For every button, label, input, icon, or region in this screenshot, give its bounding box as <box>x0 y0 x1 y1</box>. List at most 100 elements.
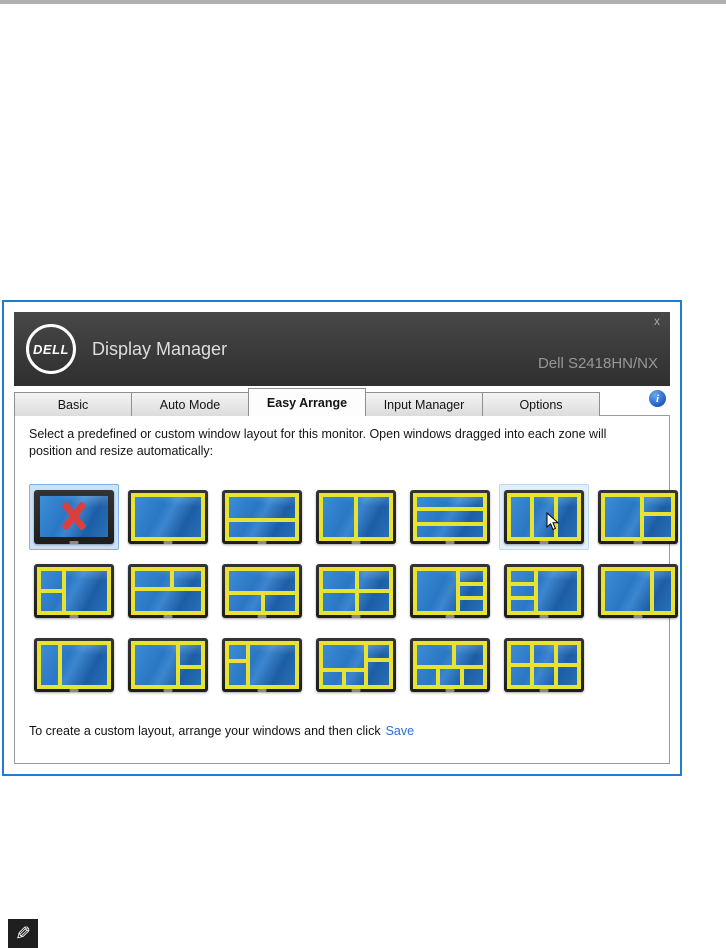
zone-outline <box>365 642 391 661</box>
zone-outline <box>438 667 462 687</box>
zone-outline <box>64 568 109 613</box>
zone-outline <box>227 661 248 687</box>
tab-input-manager[interactable]: Input Manager <box>365 392 483 416</box>
zone-outline <box>509 568 536 584</box>
zone-outline <box>133 494 203 539</box>
zone-outline <box>603 568 652 613</box>
zone-outline <box>227 592 264 613</box>
zone-outline <box>509 598 536 613</box>
zone-outline <box>357 590 391 613</box>
layout-option-6-grid-3x2[interactable] <box>499 632 589 698</box>
layout-option-1-zone-full[interactable] <box>123 484 213 550</box>
zone-outline <box>39 642 60 687</box>
close-icon[interactable]: x <box>654 315 660 327</box>
monitor-thumbnail-icon <box>222 489 302 544</box>
layout-grid <box>29 483 678 698</box>
monitor-thumbnail-icon <box>128 563 208 618</box>
zone-outline <box>357 568 391 591</box>
tab-bar: Basic Auto Mode Easy Arrange Input Manag… <box>14 388 670 416</box>
layout-option-top-large-bottom-2[interactable] <box>217 558 307 624</box>
tab-options[interactable]: Options <box>482 392 600 416</box>
zone-outline <box>321 590 358 613</box>
monitor-thumbnail-icon <box>410 637 490 692</box>
layout-option-3-rows[interactable] <box>405 484 495 550</box>
zone-outline <box>177 642 203 668</box>
zone-outline <box>248 642 297 687</box>
monitor-thumbnail-icon <box>598 489 678 544</box>
zone-outline <box>344 670 366 687</box>
tab-easy-arrange[interactable]: Easy Arrange <box>248 388 366 416</box>
layout-option-5-zones-mixed[interactable] <box>311 632 401 698</box>
monitor-thumbnail-icon <box>316 637 396 692</box>
save-link[interactable]: Save <box>386 724 415 738</box>
info-icon[interactable]: i <box>649 390 666 407</box>
zone-outline <box>415 494 485 510</box>
layout-option-left-2-stack-right-large[interactable] <box>29 558 119 624</box>
monitor-thumbnail-icon <box>222 563 302 618</box>
monitor-thumbnail-icon <box>504 489 584 544</box>
layout-option-left-large-right-column[interactable] <box>593 558 683 624</box>
layout-option-left-large-right-2-low[interactable] <box>123 632 213 698</box>
zone-outline <box>642 494 673 515</box>
monitor-thumbnail-icon <box>598 563 678 618</box>
tab-basic[interactable]: Basic <box>14 392 132 416</box>
zone-outline <box>177 667 203 687</box>
zone-outline <box>509 583 536 599</box>
zone-outline <box>532 664 556 687</box>
layout-option-left-large-right-3-stack[interactable] <box>405 558 495 624</box>
monitor-thumbnail-icon <box>34 637 114 692</box>
layout-option-quad-grid[interactable] <box>311 558 401 624</box>
zone-outline <box>356 494 391 539</box>
custom-layout-footer: To create a custom layout, arrange your … <box>29 724 663 738</box>
layout-option-top-2-bottom-large[interactable] <box>123 558 213 624</box>
layout-option-5-zones-2-top-3-bottom[interactable] <box>405 632 495 698</box>
zone-outline <box>415 524 485 539</box>
layout-option-2-columns[interactable] <box>311 484 401 550</box>
layout-option-left-3-stack-right-large[interactable] <box>499 558 589 624</box>
monitor-thumbnail-icon <box>222 637 302 692</box>
monitor-thumbnail-icon <box>504 637 584 692</box>
zone-outline <box>415 667 439 687</box>
zone-outline <box>321 642 366 671</box>
zone-outline <box>133 588 203 613</box>
zone-outline <box>461 667 485 687</box>
titlebar: DELL Display Manager Dell S2418HN/NX x <box>14 312 670 386</box>
layout-option-3-columns[interactable] <box>499 483 589 550</box>
zone-outline <box>415 509 485 525</box>
monitor-thumbnail-icon <box>410 489 490 544</box>
zone-outline <box>603 494 643 539</box>
zone-outline <box>263 592 297 613</box>
tab-auto-mode[interactable]: Auto Mode <box>131 392 249 416</box>
easy-arrange-panel: Select a predefined or custom window lay… <box>14 415 678 764</box>
zone-outline <box>39 568 65 591</box>
monitor-thumbnail-icon <box>316 563 396 618</box>
zone-outline <box>321 494 356 539</box>
monitor-thumbnail-icon <box>316 489 396 544</box>
layout-option-left-2-high-right-large[interactable] <box>217 632 307 698</box>
zone-outline <box>39 590 65 613</box>
zone-outline <box>227 568 297 593</box>
instruction-text: Select a predefined or custom window lay… <box>29 427 607 458</box>
zone-outline <box>133 642 178 687</box>
dell-logo-icon: DELL <box>26 324 76 374</box>
dell-logo-text: DELL <box>33 341 69 357</box>
zone-outline <box>365 660 391 687</box>
layout-option-left-large-right-2-stack[interactable] <box>593 484 683 550</box>
zone-outline <box>321 670 345 687</box>
layout-option-left-column-right-large[interactable] <box>29 632 119 698</box>
manual-page: DELL Display Manager Dell S2418HN/NX x B… <box>0 0 726 948</box>
monitor-thumbnail-icon <box>128 489 208 544</box>
zone-outline <box>321 568 358 591</box>
zone-outline <box>555 664 579 687</box>
zone-outline <box>227 494 297 521</box>
zone-outline <box>652 568 673 613</box>
zone-outline <box>509 494 533 539</box>
layout-option-2-rows[interactable] <box>217 484 307 550</box>
zone-outline <box>509 664 533 687</box>
zone-outline <box>454 642 485 668</box>
layout-option-undo-no-layout[interactable] <box>29 483 119 550</box>
zone-outline <box>535 568 579 613</box>
zone-outline <box>642 514 673 539</box>
zone-outline <box>60 642 109 687</box>
monitor-thumbnail-icon <box>34 489 114 544</box>
